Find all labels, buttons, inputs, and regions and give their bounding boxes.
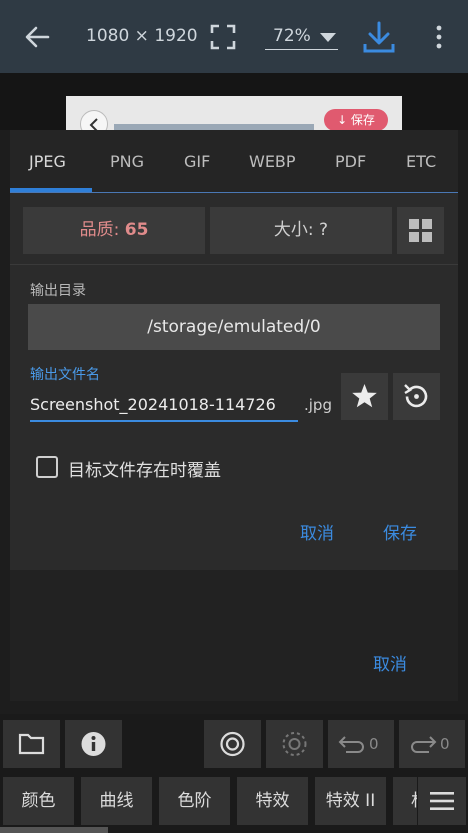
quality-value: 65 xyxy=(124,220,149,240)
chevron-down-icon xyxy=(320,33,336,42)
zoom-value: 72% xyxy=(273,26,311,46)
scroll-indicator xyxy=(0,827,108,833)
top-app-bar: 1080 × 1920 72% xyxy=(0,0,468,73)
more-vert-icon[interactable] xyxy=(432,24,446,50)
undo-count: 0 xyxy=(369,735,379,753)
history-button[interactable] xyxy=(266,720,323,768)
chevron-left-icon xyxy=(89,118,98,130)
underlying-cancel-button[interactable]: 取消 xyxy=(373,650,407,675)
star-icon xyxy=(352,384,377,408)
redo-count: 0 xyxy=(440,735,450,753)
tab-webp[interactable]: WEBP xyxy=(249,152,296,172)
overwrite-label: 目标文件存在时覆盖 xyxy=(68,461,221,481)
overwrite-checkbox[interactable] xyxy=(36,456,58,478)
fullscreen-icon[interactable] xyxy=(210,24,236,50)
undo-icon xyxy=(338,736,364,753)
output-filename-label: 输出文件名 xyxy=(30,367,100,383)
tab-etc[interactable]: ETC xyxy=(406,152,436,172)
filter-effects-button[interactable]: 特效 xyxy=(237,777,308,825)
tab-gif[interactable]: GIF xyxy=(184,152,210,172)
redo-button[interactable]: 0 xyxy=(399,720,465,768)
size-button[interactable]: 大小: ? xyxy=(210,207,392,254)
filter-material-button[interactable]: 材 xyxy=(393,777,417,825)
zoom-dropdown[interactable]: 72% xyxy=(265,26,338,50)
dotted-circle-icon xyxy=(282,732,307,756)
restore-icon xyxy=(404,384,428,408)
image-preview: ↓ 保存 xyxy=(66,96,402,130)
preview-save-pill: ↓ 保存 xyxy=(324,109,388,130)
open-folder-button[interactable] xyxy=(3,720,60,768)
target-button[interactable] xyxy=(204,720,261,768)
favorite-button[interactable] xyxy=(341,373,388,420)
format-tabs: JPEG PNG GIF WEBP PDF ETC xyxy=(10,130,458,193)
file-extension: .jpg xyxy=(304,396,332,414)
grid-icon xyxy=(409,219,432,242)
tab-png[interactable]: PNG xyxy=(110,152,144,172)
reset-filename-button[interactable] xyxy=(393,373,440,420)
output-dir-label: 输出目录 xyxy=(30,283,86,299)
redo-icon xyxy=(411,736,437,753)
output-dir-button[interactable]: /storage/emulated/0 xyxy=(28,304,440,350)
menu-button[interactable] xyxy=(418,777,466,825)
dialog-cancel-button[interactable]: 取消 xyxy=(300,519,334,544)
quality-button[interactable]: 品质: 65 xyxy=(23,207,205,254)
download-icon[interactable] xyxy=(362,20,396,54)
filter-curves-button[interactable]: 曲线 xyxy=(81,777,152,825)
info-icon xyxy=(81,732,106,756)
grid-options-button[interactable] xyxy=(397,207,444,254)
back-arrow-icon[interactable] xyxy=(22,22,52,52)
dialog-save-button[interactable]: 保存 xyxy=(383,519,417,544)
info-button[interactable] xyxy=(65,720,122,768)
size-label: 大小: ? xyxy=(273,220,329,240)
filter-effects-2-button[interactable]: 特效 II xyxy=(315,777,386,825)
output-filename-input[interactable]: Screenshot_20241018-114726 xyxy=(30,390,298,422)
underlying-dialog-panel xyxy=(10,570,458,701)
tab-pdf[interactable]: PDF xyxy=(335,152,366,172)
tab-jpeg[interactable]: JPEG xyxy=(29,152,66,172)
save-dialog: JPEG PNG GIF WEBP PDF ETC 品质: 65 大小: ? 输… xyxy=(10,130,458,570)
undo-button[interactable]: 0 xyxy=(328,720,394,768)
hamburger-menu-icon xyxy=(430,792,454,810)
quality-label: 品质: xyxy=(79,220,125,240)
preview-nav-button xyxy=(80,110,108,130)
active-tab-indicator xyxy=(10,188,92,192)
filter-color-button[interactable]: 颜色 xyxy=(3,777,74,825)
filter-levels-button[interactable]: 色阶 xyxy=(159,777,230,825)
folder-icon xyxy=(18,733,45,755)
image-dimensions: 1080 × 1920 xyxy=(86,26,198,46)
target-icon xyxy=(220,731,245,757)
divider xyxy=(10,264,458,265)
